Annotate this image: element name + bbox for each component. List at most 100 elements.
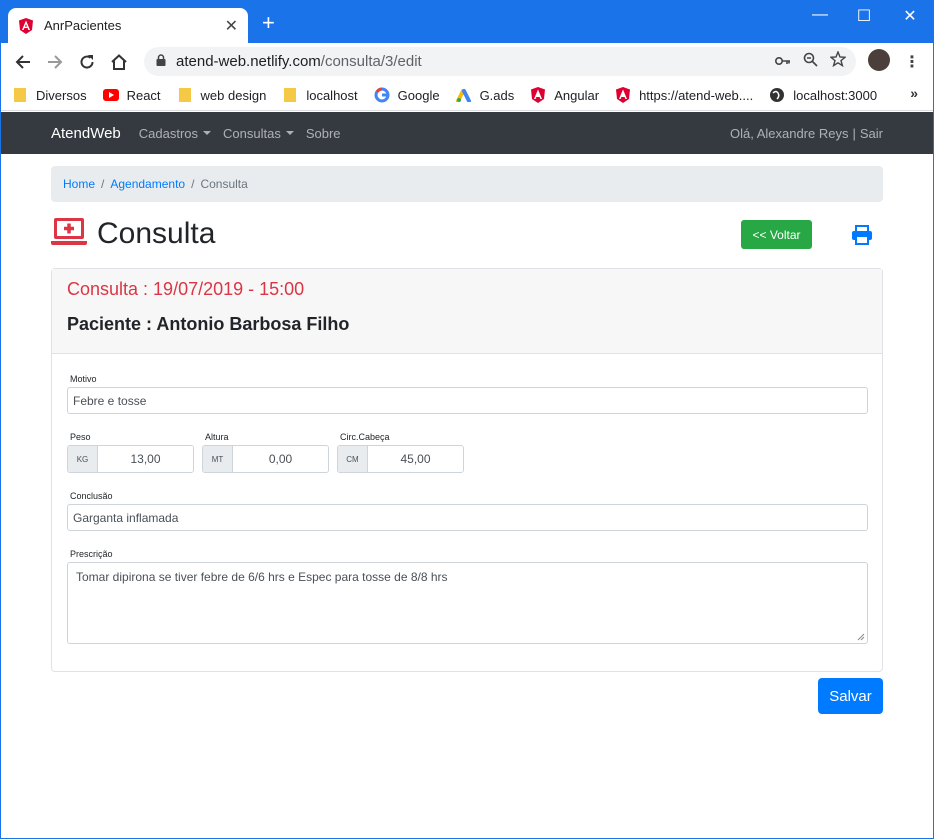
medical-laptop-icon <box>51 217 87 252</box>
angular-icon <box>615 87 631 103</box>
breadcrumb: Home / Agendamento / Consulta <box>51 166 883 202</box>
consulta-date: Consulta : 19/07/2019 - 15:00 <box>67 279 305 299</box>
altura-unit: MT <box>203 446 233 472</box>
browser-toolbar: atend-web.netlify.com/consulta/3/edit <box>0 43 934 80</box>
page-title: Consulta <box>97 217 216 250</box>
browser-titlebar: AnrPacientes ✕ + — ☐ ✕ <box>0 0 934 43</box>
close-window-button[interactable]: ✕ <box>896 6 924 26</box>
nav-item-cadastros[interactable]: Cadastros <box>138 125 212 141</box>
circ-label: Circ.Cabeça <box>340 432 390 442</box>
caret-down-icon <box>203 131 212 135</box>
peso-input-group: KG 13,00 <box>67 445 194 473</box>
bookmark-label: localhost:3000 <box>793 87 878 103</box>
prescricao-text: Tomar dipirona se tiver febre de 6/6 hrs… <box>76 570 448 584</box>
bookmarks-overflow-button[interactable]: » <box>910 85 918 101</box>
web-page: AtendWeb Cadastros Consultas Sobre Olá, … <box>1 112 933 839</box>
bookmark-item[interactable]: web design <box>177 87 266 103</box>
bookmark-label: localhost <box>306 87 358 103</box>
tab-title: AnrPacientes <box>44 18 122 33</box>
bookmark-item[interactable]: localhost:3000 <box>769 87 877 103</box>
bookmark-item[interactable]: Diversos <box>12 87 87 103</box>
angular-icon <box>530 87 546 103</box>
bookmark-item[interactable]: Angular <box>530 87 599 103</box>
window-border-left <box>0 43 1 839</box>
back-arrow-icon[interactable] <box>12 51 34 73</box>
breadcrumb-active: Consulta <box>200 177 248 191</box>
app-navbar: AtendWeb Cadastros Consultas Sobre Olá, … <box>1 112 933 154</box>
user-separator: | <box>852 125 856 141</box>
back-button[interactable]: << Voltar <box>741 220 812 249</box>
bookmark-label: React <box>126 87 161 103</box>
user-area: Olá, Alexandre Reys | Sair <box>730 126 883 141</box>
breadcrumb-agendamento[interactable]: Agendamento <box>110 177 185 191</box>
angular-icon <box>18 17 34 34</box>
user-greeting: Olá, Alexandre Reys <box>729 125 849 141</box>
bookmark-item[interactable]: Google <box>374 87 440 103</box>
folder-icon <box>177 87 193 103</box>
folder-icon <box>12 87 28 103</box>
motivo-label: Motivo <box>70 374 97 384</box>
forward-arrow-icon[interactable] <box>44 51 66 73</box>
altura-label: Altura <box>205 432 229 442</box>
bookmark-label: Diversos <box>36 87 87 103</box>
browser-tab[interactable]: AnrPacientes ✕ <box>8 8 248 43</box>
google-icon <box>374 87 390 103</box>
altura-input-group: MT 0,00 <box>202 445 329 473</box>
circ-input-group: CM 45,00 <box>337 445 464 473</box>
circ-unit: CM <box>338 446 368 472</box>
prescricao-label: Prescrição <box>70 549 113 559</box>
resize-grip-icon[interactable] <box>857 633 865 641</box>
breadcrumb-home[interactable]: Home <box>63 177 95 191</box>
bookmark-label: Angular <box>554 87 600 103</box>
bookmarks-bar: Diversos React web design localhost Goog… <box>0 80 934 111</box>
url-host: atend-web.netlify.com <box>176 53 321 70</box>
new-tab-button[interactable]: + <box>262 12 275 34</box>
bookmark-item[interactable]: https://atend-web.... <box>615 87 753 103</box>
logout-link[interactable]: Sair <box>860 126 883 141</box>
youtube-icon <box>102 87 119 103</box>
url-text: atend-web.netlify.com/consulta/3/edit <box>176 53 775 70</box>
print-icon[interactable] <box>851 225 873 250</box>
nav-item-consultas[interactable]: Consultas <box>223 126 294 141</box>
bookmark-item[interactable]: G.ads <box>455 87 515 103</box>
lock-icon <box>156 53 166 71</box>
maximize-button[interactable]: ☐ <box>850 6 878 26</box>
profile-avatar[interactable] <box>868 49 890 71</box>
address-bar[interactable]: atend-web.netlify.com/consulta/3/edit <box>144 47 856 76</box>
folder-icon <box>282 87 298 103</box>
bookmark-label: https://atend-web.... <box>639 87 754 103</box>
prescricao-textarea[interactable]: Tomar dipirona se tiver febre de 6/6 hrs… <box>67 562 868 644</box>
peso-input[interactable]: 13,00 <box>98 446 193 472</box>
globe-icon <box>769 87 785 103</box>
nav-label: Cadastros <box>138 125 199 141</box>
bookmark-label: G.ads <box>479 87 515 103</box>
circ-input[interactable]: 45,00 <box>368 446 463 472</box>
conclusao-label: Conclusão <box>70 491 113 501</box>
tab-close-icon[interactable]: ✕ <box>225 16 238 36</box>
motivo-input[interactable]: Febre e tosse <box>67 387 868 414</box>
save-button[interactable]: Salvar <box>818 678 883 714</box>
breadcrumb-separator: / <box>101 177 105 191</box>
altura-input[interactable]: 0,00 <box>233 446 328 472</box>
home-icon[interactable] <box>108 51 130 73</box>
star-icon[interactable] <box>829 50 847 72</box>
caret-down-icon <box>285 131 294 135</box>
card-header: Consulta : 19/07/2019 - 15:00 Paciente :… <box>52 269 882 354</box>
key-icon[interactable] <box>774 53 791 71</box>
bookmark-item[interactable]: localhost <box>282 87 358 103</box>
navbar-brand[interactable]: AtendWeb <box>51 125 121 142</box>
zoom-icon[interactable] <box>803 52 818 72</box>
minimize-button[interactable]: — <box>806 6 834 24</box>
conclusao-input[interactable]: Garganta inflamada <box>67 504 868 531</box>
patient-name: Paciente : Antonio Barbosa Filho <box>67 314 350 334</box>
reload-icon[interactable] <box>76 51 98 73</box>
bookmark-item[interactable]: React <box>102 87 161 103</box>
bookmark-label: Google <box>397 87 440 103</box>
peso-label: Peso <box>70 432 91 442</box>
breadcrumb-separator: / <box>191 177 195 191</box>
nav-item-sobre[interactable]: Sobre <box>306 126 341 141</box>
url-path: /consulta/3/edit <box>320 53 422 70</box>
kebab-menu-icon[interactable]: ⋮ <box>904 52 920 72</box>
consulta-card: Consulta : 19/07/2019 - 15:00 Paciente :… <box>51 268 883 672</box>
page-header: Consulta << Voltar <box>51 216 883 252</box>
